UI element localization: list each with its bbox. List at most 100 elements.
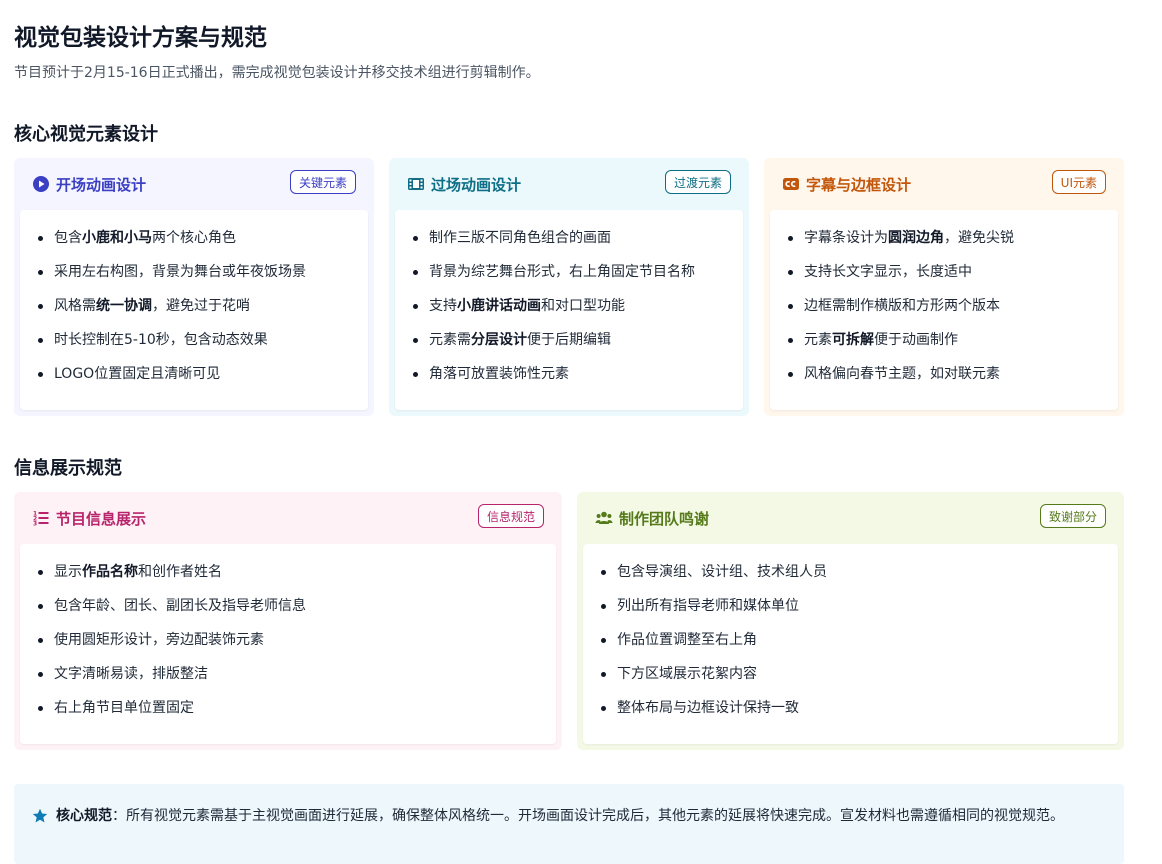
bullet-item: 显示作品名称和创作者姓名 <box>38 560 556 594</box>
bullet-text: 时长控制在5-10秒，包含动态效果 <box>54 332 268 348</box>
card-title: 字幕与边框设计 <box>806 176 912 194</box>
bullet-list: 包含小鹿和小马两个核心角色采用左右构图，背景为舞台或年夜饭场景风格需统一协调，避… <box>20 210 368 396</box>
bullet-emphasis: 小鹿和小马 <box>82 230 152 246</box>
card-badge: 致谢部分 <box>1039 504 1106 528</box>
bullet-text: 使用圆矩形设计，旁边配装饰元素 <box>54 632 264 648</box>
bullet-item: 包含导演组、设计组、技术组人员 <box>601 560 1118 594</box>
card-badge: 过渡元素 <box>664 170 731 194</box>
bullet-item: 包含小鹿和小马两个核心角色 <box>38 226 368 260</box>
card-title: 开场动画设计 <box>56 176 147 194</box>
card-body: 字幕条设计为圆润边角，避免尖锐支持长文字显示，长度适中边框需制作横版和方形两个版… <box>770 210 1118 410</box>
bullet-item: 字幕条设计为圆润边角，避免尖锐 <box>788 226 1118 260</box>
bullet-text: 边框需制作横版和方形两个版本 <box>804 298 1000 314</box>
bullet-item: 文字清晰易读，排版整洁 <box>38 662 556 696</box>
bullet-text: 元素 <box>804 332 832 348</box>
card-header: 开场动画设计 关键元素 <box>14 158 374 210</box>
bullet-emphasis: 圆润边角 <box>888 230 944 246</box>
bullet-text: 元素需 <box>429 332 471 348</box>
bullet-text: 风格偏向春节主题，如对联元素 <box>804 366 1000 382</box>
bullet-emphasis: 作品名称 <box>82 564 138 580</box>
note-text: 核心规范：所有视觉元素需基于主视觉画面进行延展，确保整体风格统一。开场画面设计完… <box>56 804 1104 828</box>
list-ordered-icon: 1 2 3 <box>33 511 49 528</box>
bullet-text: 显示 <box>54 564 82 580</box>
bullet-list: 制作三版不同角色组合的画面 背景为综艺舞台形式，右上角固定节目名称 支持小鹿讲话动画… <box>395 210 743 396</box>
bullet-text: 右上角节目单位置固定 <box>54 700 194 716</box>
bullet-emphasis: 统一协调 <box>96 298 152 314</box>
bullet-item: 支持长文字显示，长度适中 <box>788 260 1118 294</box>
bullet-text: 支持长文字显示，长度适中 <box>804 264 972 280</box>
bullet-text: 字幕条设计为 <box>804 230 888 246</box>
note-label: 核心规范 <box>56 808 112 824</box>
card-title: 过场动画设计 <box>431 176 522 194</box>
bullet-item: 时长控制在5-10秒，包含动态效果 <box>38 328 368 362</box>
bullet-item: 边框需制作横版和方形两个版本 <box>788 294 1118 328</box>
core-spec-note: 核心规范：所有视觉元素需基于主视觉画面进行延展，确保整体风格统一。开场画面设计完… <box>14 784 1124 864</box>
bullet-text: 文字清晰易读，排版整洁 <box>54 666 208 682</box>
card-badge: UI元素 <box>1051 170 1106 194</box>
card-production-credits: 制作团队鸣谢 致谢部分 包含导演组、设计组、技术组人员 列出所有指导老师和媒体单位… <box>577 492 1124 750</box>
bullet-text: 便于动画制作 <box>874 332 958 348</box>
bullet-text: 背景为综艺舞台形式，右上角固定节目名称 <box>429 264 695 280</box>
bullet-text: 支持 <box>429 298 457 314</box>
card-title: 制作团队鸣谢 <box>619 510 710 528</box>
bullet-list: 包含导演组、设计组、技术组人员 列出所有指导老师和媒体单位 作品位置调整至右上角 下方… <box>583 544 1118 730</box>
bullet-text: 包含年龄、团长、副团长及指导老师信息 <box>54 598 306 614</box>
card-subtitle-border: 字幕与边框设计 UI元素 字幕条设计为圆润边角，避免尖锐支持长文字显示，长度适中… <box>764 158 1124 416</box>
card-header: 1 2 3 节目信息展示 信息规范 <box>14 492 562 544</box>
page-title: 视觉包装设计方案与规范 <box>14 25 267 51</box>
bullet-item: 列出所有指导老师和媒体单位 <box>601 594 1118 628</box>
bullet-text: 作品位置调整至右上角 <box>617 632 757 648</box>
bullet-item: 作品位置调整至右上角 <box>601 628 1118 662</box>
bullet-text: 下方区域展示花絮内容 <box>617 666 757 682</box>
card-header: 过场动画设计 过渡元素 <box>389 158 749 210</box>
card-body: 制作三版不同角色组合的画面 背景为综艺舞台形式，右上角固定节目名称 支持小鹿讲话动画… <box>395 210 743 410</box>
card-opening-animation: 开场动画设计 关键元素 包含小鹿和小马两个核心角色采用左右构图，背景为舞台或年夜… <box>14 158 374 416</box>
bullet-item: LOGO位置固定且清晰可见 <box>38 362 368 396</box>
bullet-item: 元素需分层设计便于后期编辑 <box>413 328 743 362</box>
bullet-item: 使用圆矩形设计，旁边配装饰元素 <box>38 628 556 662</box>
closed-caption-icon <box>783 178 799 190</box>
bullet-text: ，避免过于花哨 <box>152 298 250 314</box>
bullet-text: 列出所有指导老师和媒体单位 <box>617 598 799 614</box>
play-circle-icon <box>33 176 49 192</box>
bullet-item: 风格需统一协调，避免过于花哨 <box>38 294 368 328</box>
bullet-text: 包含导演组、设计组、技术组人员 <box>617 564 827 580</box>
bullet-text: 采用左右构图，背景为舞台或年夜饭场景 <box>54 264 306 280</box>
bullet-list: 显示作品名称和创作者姓名包含年龄、团长、副团长及指导老师信息 使用圆矩形设计，旁边… <box>20 544 556 730</box>
card-body: 显示作品名称和创作者姓名包含年龄、团长、副团长及指导老师信息 使用圆矩形设计，旁边… <box>20 544 556 744</box>
bullet-item: 角落可放置装饰性元素 <box>413 362 743 396</box>
bullet-emphasis: 小鹿讲话动画 <box>457 298 541 314</box>
bullet-text: 便于后期编辑 <box>527 332 611 348</box>
bullet-text: 包含 <box>54 230 82 246</box>
section-title-core-visual: 核心视觉元素设计 <box>14 124 158 145</box>
card-header: 制作团队鸣谢 致谢部分 <box>577 492 1124 544</box>
bullet-text: 和对口型功能 <box>541 298 625 314</box>
bullet-item: 整体布局与边框设计保持一致 <box>601 696 1118 730</box>
card-transition-animation: 过场动画设计 过渡元素 制作三版不同角色组合的画面背景为综艺舞台形式，右上角固定… <box>389 158 749 416</box>
bullet-text: 整体布局与边框设计保持一致 <box>617 700 799 716</box>
bullet-item: 元素可拆解便于动画制作 <box>788 328 1118 362</box>
bullet-item: 支持小鹿讲话动画和对口型功能 <box>413 294 743 328</box>
svg-text:3: 3 <box>33 521 37 528</box>
bullet-item: 右上角节目单位置固定 <box>38 696 556 730</box>
card-program-info: 1 2 3 节目信息展示 信息规范 显示作品名称和创作者姓名包含年龄、团长、副团… <box>14 492 562 750</box>
bullet-item: 制作三版不同角色组合的画面 <box>413 226 743 260</box>
note-body: ：所有视觉元素需基于主视觉画面进行延展，确保整体风格统一。开场画面设计完成后，其… <box>112 808 1064 824</box>
card-title: 节目信息展示 <box>56 510 147 528</box>
bullet-text: 两个核心角色 <box>152 230 236 246</box>
bullet-emphasis: 分层设计 <box>471 332 527 348</box>
bullet-item: 包含年龄、团长、副团长及指导老师信息 <box>38 594 556 628</box>
card-badge: 信息规范 <box>477 504 544 528</box>
users-icon <box>595 511 613 524</box>
bullet-item: 背景为综艺舞台形式，右上角固定节目名称 <box>413 260 743 294</box>
section-title-info-display: 信息展示规范 <box>14 458 122 479</box>
card-header: 字幕与边框设计 UI元素 <box>764 158 1124 210</box>
star-icon <box>32 808 48 823</box>
film-icon <box>408 178 424 190</box>
page-subtitle: 节目预计于2月15-16日正式播出，需完成视觉包装设计并移交技术组进行剪辑制作。 <box>14 65 540 81</box>
bullet-item: 下方区域展示花絮内容 <box>601 662 1118 696</box>
bullet-item: 风格偏向春节主题，如对联元素 <box>788 362 1118 396</box>
bullet-text: ，避免尖锐 <box>944 230 1014 246</box>
card-body: 包含小鹿和小马两个核心角色采用左右构图，背景为舞台或年夜饭场景风格需统一协调，避… <box>20 210 368 410</box>
bullet-list: 字幕条设计为圆润边角，避免尖锐支持长文字显示，长度适中边框需制作横版和方形两个版… <box>770 210 1118 396</box>
